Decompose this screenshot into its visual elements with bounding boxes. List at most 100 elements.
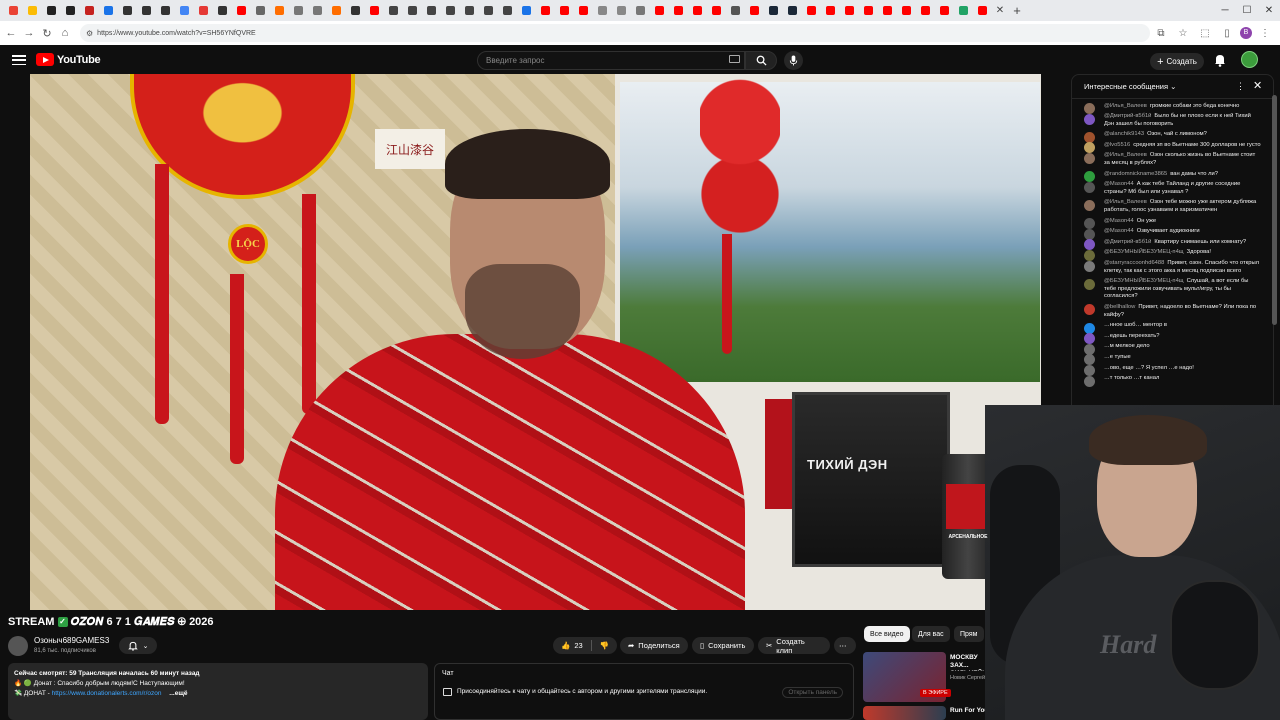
chat-message[interactable]: @starryraccoonhd6488 Привет, озон. Спасиб… xyxy=(1072,259,1268,277)
browser-tab[interactable] xyxy=(669,0,688,21)
browser-tab[interactable] xyxy=(213,0,232,21)
chat-message[interactable]: @Mason44 Озвучивает аудиокниги xyxy=(1072,227,1268,240)
browser-tab[interactable] xyxy=(954,0,973,21)
browser-tab[interactable] xyxy=(574,0,593,21)
open-panel-button[interactable]: Открыть панель xyxy=(782,687,843,698)
chip-for-you[interactable]: Для вас xyxy=(912,626,950,642)
browser-tab[interactable] xyxy=(327,0,346,21)
browser-tab[interactable] xyxy=(764,0,783,21)
chat-scrollbar[interactable] xyxy=(1272,95,1277,325)
browser-tab[interactable] xyxy=(650,0,669,21)
chat-message[interactable]: @randomnickname3865 ван дамы что ли? xyxy=(1072,169,1268,183)
search-button[interactable] xyxy=(745,51,777,70)
subscription-button[interactable]: ⌄ xyxy=(119,637,157,654)
chat-message[interactable]: …едешь переехать? xyxy=(1072,331,1268,345)
site-info-icon[interactable]: ⚙ xyxy=(86,29,93,38)
account-avatar[interactable] xyxy=(1241,51,1258,68)
browser-tab[interactable] xyxy=(517,0,536,21)
browser-tab[interactable] xyxy=(4,0,23,21)
chat-message[interactable]: @lvo5516 средняя зп во Вьетнаме 300 долла… xyxy=(1072,140,1268,154)
browser-tab[interactable] xyxy=(821,0,840,21)
browser-tab[interactable] xyxy=(346,0,365,21)
browser-menu-icon[interactable]: ⋮ xyxy=(1256,28,1274,39)
chat-message[interactable]: …нное шоб… ментор в xyxy=(1072,321,1268,334)
browser-tab[interactable] xyxy=(384,0,403,21)
browser-tab[interactable] xyxy=(745,0,764,21)
notifications-bell-icon[interactable] xyxy=(1213,53,1227,67)
browser-tab[interactable] xyxy=(422,0,441,21)
close-window-icon[interactable]: ✕ xyxy=(1258,0,1280,21)
show-more-link[interactable]: ...ещё xyxy=(169,690,187,697)
forward-icon[interactable]: → xyxy=(20,21,38,45)
chip-all-videos[interactable]: Все видео xyxy=(864,626,910,642)
chat-author-name[interactable]: @Илья_Валеев xyxy=(1104,152,1147,158)
keyboard-icon[interactable] xyxy=(729,55,740,63)
chat-author-avatar[interactable] xyxy=(1084,260,1095,272)
browser-tab[interactable] xyxy=(688,0,707,21)
chat-author-avatar[interactable] xyxy=(1084,304,1095,316)
browser-tab[interactable] xyxy=(308,0,327,21)
browser-tab[interactable] xyxy=(460,0,479,21)
browser-tab[interactable] xyxy=(973,0,992,21)
chat-message[interactable]: @Дмитрий-в5б1й Было бы не плохо если к не… xyxy=(1072,112,1268,130)
chat-message[interactable]: @БЕЗУМНЫЙБЕЗУМЕЦ-п4щ Здорова! xyxy=(1072,248,1268,261)
browser-tab[interactable] xyxy=(175,0,194,21)
chat-author-name[interactable]: @БЕЗУМНЫЙБЕЗУМЕЦ-п4щ xyxy=(1104,278,1184,284)
browser-tab[interactable] xyxy=(498,0,517,21)
chat-author-name[interactable]: @starryraccoonhd6488 xyxy=(1104,260,1164,266)
share-button[interactable]: ➦ Поделиться xyxy=(620,637,688,654)
minimize-icon[interactable]: ─ xyxy=(1214,0,1236,21)
browser-tab[interactable] xyxy=(878,0,897,21)
browser-tab[interactable] xyxy=(555,0,574,21)
chat-message[interactable]: @Илья_Валеев громкие собаки это беда коне… xyxy=(1072,101,1268,114)
browser-tab[interactable] xyxy=(897,0,916,21)
browser-tab[interactable] xyxy=(479,0,498,21)
browser-tab[interactable] xyxy=(802,0,821,21)
browser-tab[interactable] xyxy=(61,0,80,21)
chat-author-avatar[interactable] xyxy=(1084,278,1095,290)
browser-tab[interactable] xyxy=(859,0,878,21)
donation-link[interactable]: https://www.donationalerts.com/r/ozon xyxy=(52,690,162,697)
browser-tab[interactable] xyxy=(99,0,118,21)
back-icon[interactable]: ← xyxy=(2,21,20,45)
browser-tab[interactable] xyxy=(593,0,612,21)
browser-tab[interactable] xyxy=(270,0,289,21)
chat-author-name[interactable]: @БЕЗУМНЫЙБЕЗУМЕЦ-п4щ xyxy=(1104,249,1184,255)
browser-tab[interactable] xyxy=(118,0,137,21)
chat-author-name[interactable]: @Mason44 xyxy=(1104,228,1134,234)
close-tab-icon[interactable]: ✕ xyxy=(992,5,1008,16)
chat-message[interactable]: @Mason44 А как тебе Тайланд и другие сосе… xyxy=(1072,180,1268,198)
browser-tab[interactable] xyxy=(403,0,422,21)
chat-author-name[interactable]: @Дмитрий-в5б1й xyxy=(1104,239,1151,245)
chat-message[interactable]: @alanchik9143 Озон, чай с лимоном? xyxy=(1072,130,1268,143)
maximize-icon[interactable]: ☐ xyxy=(1236,0,1258,21)
chat-message[interactable]: …ово, еще …? Я успел …е надо! xyxy=(1072,363,1268,377)
more-actions-button[interactable]: ⋯ xyxy=(834,637,856,654)
browser-tab[interactable] xyxy=(156,0,175,21)
browser-tab[interactable] xyxy=(916,0,935,21)
chat-author-avatar[interactable] xyxy=(1084,152,1095,164)
chat-author-avatar[interactable] xyxy=(1084,199,1095,211)
chat-message[interactable]: @Илья_Валеев Озон сколько жизнь во Вьетна… xyxy=(1072,151,1268,169)
browser-tab[interactable] xyxy=(23,0,42,21)
browser-tab[interactable] xyxy=(42,0,61,21)
chat-author-name[interactable]: @randomnickname3865 xyxy=(1104,171,1167,177)
chat-author-name[interactable]: @Илья_Валеев xyxy=(1104,103,1147,109)
chat-message[interactable]: …т только …т канал xyxy=(1072,374,1268,387)
close-chat-icon[interactable]: ✕ xyxy=(1253,79,1262,92)
save-button[interactable]: ▯ Сохранить xyxy=(692,637,754,654)
chat-mode-dropdown[interactable]: Интересные сообщения ⌄ xyxy=(1084,82,1176,91)
chat-message[interactable]: @Дмитрий-в5б1й Квартиру снимаешь или комн… xyxy=(1072,237,1268,251)
url-text[interactable]: https://www.youtube.com/watch?v=SH56YNfQ… xyxy=(97,30,256,37)
chat-message[interactable]: @bellhallow Привет, надоело во Вьетнаме? … xyxy=(1072,302,1268,320)
channel-avatar[interactable] xyxy=(8,636,28,656)
browser-tab[interactable] xyxy=(536,0,555,21)
extensions-icon[interactable]: ⬚ xyxy=(1196,28,1214,39)
chat-message[interactable]: @Mason44 Он уже xyxy=(1072,216,1268,230)
browser-tab[interactable] xyxy=(612,0,631,21)
menu-icon[interactable] xyxy=(12,53,26,67)
browser-tab[interactable] xyxy=(783,0,802,21)
profile-avatar[interactable]: B xyxy=(1240,27,1252,39)
description-box[interactable]: Сейчас смотрят: 59 Трансляция началась 6… xyxy=(8,663,428,720)
chat-author-name[interactable]: @Mason44 xyxy=(1104,218,1134,224)
